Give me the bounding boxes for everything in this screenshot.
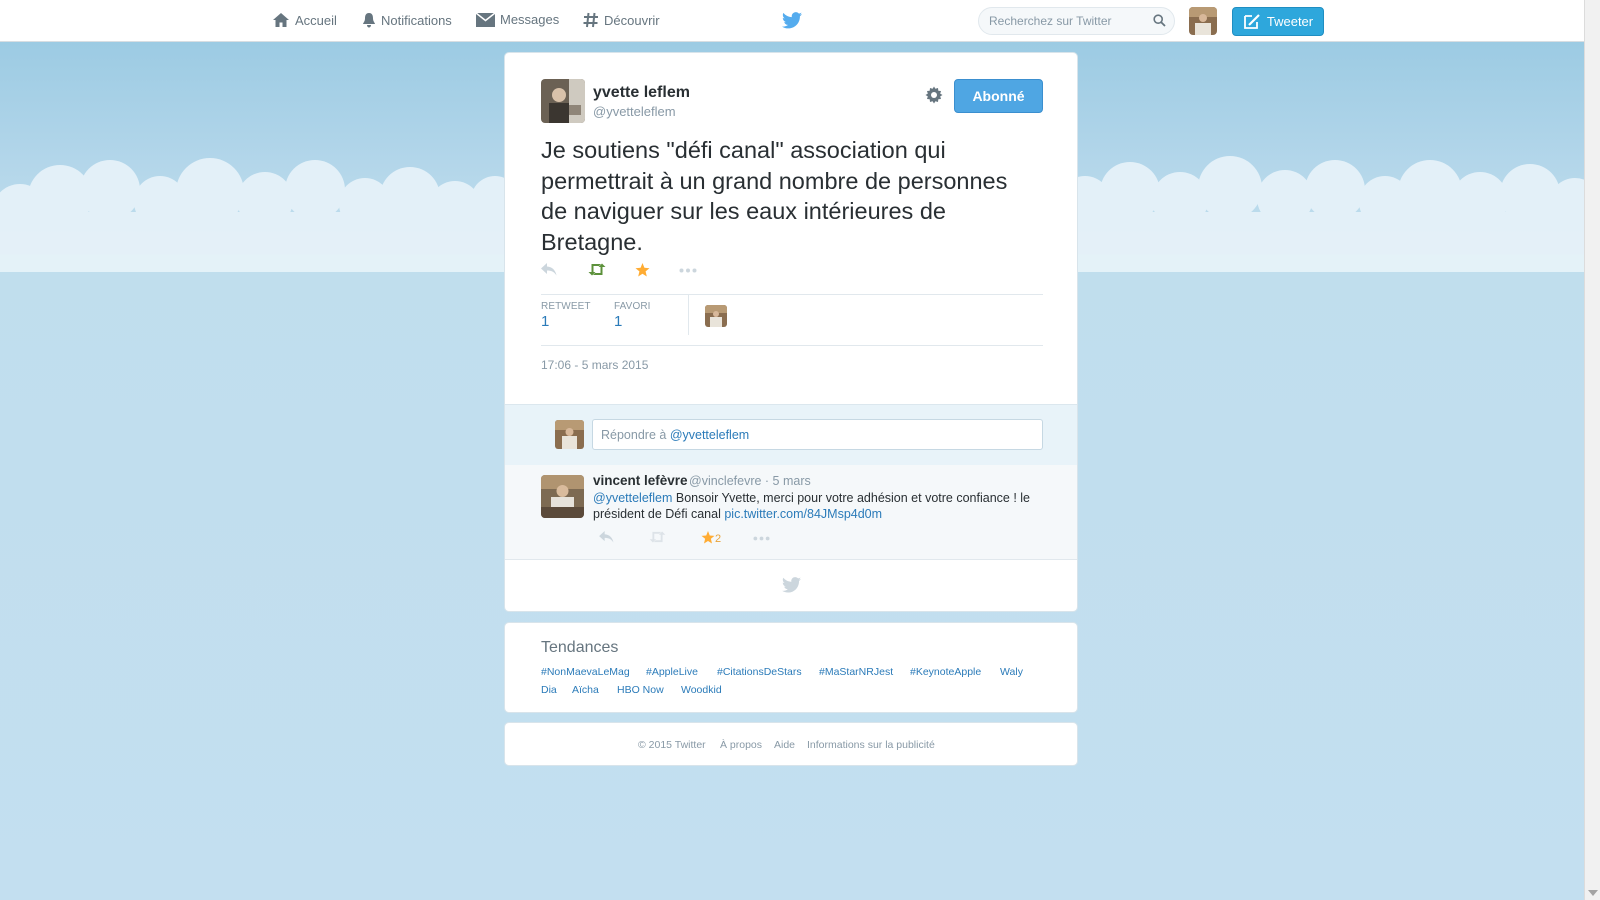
retweet-icon[interactable]	[649, 531, 666, 543]
trend-item[interactable]: #MaStarNRJest	[819, 666, 893, 678]
search-box	[978, 7, 1175, 35]
favorite-count[interactable]: 1	[614, 313, 622, 330]
tweet-timestamp[interactable]: 17:06 - 5 mars 2015	[541, 358, 648, 372]
retweet-icon[interactable]	[588, 263, 606, 276]
trend-item[interactable]: #KeynoteApple	[910, 666, 981, 678]
bell-icon	[363, 13, 375, 28]
reply-icon[interactable]	[599, 531, 614, 543]
reply-author-name[interactable]: vincent lefèvre	[593, 473, 688, 488]
hashtag-icon	[583, 12, 598, 28]
nav-home[interactable]: Accueil	[272, 12, 337, 28]
compose-tweet-button[interactable]: Tweeter	[1232, 7, 1324, 36]
envelope-icon	[476, 12, 495, 27]
author-avatar[interactable]	[541, 79, 585, 123]
twitter-bird-icon	[782, 12, 802, 29]
nav-discover-label: Découvrir	[604, 12, 660, 28]
account-avatar[interactable]	[1189, 7, 1217, 35]
card-footer	[505, 560, 1077, 611]
gear-icon[interactable]	[925, 86, 943, 104]
nav-discover[interactable]: Découvrir	[583, 12, 660, 28]
avatar-image	[705, 305, 727, 327]
more-options-icon[interactable]	[753, 536, 770, 541]
author-handle[interactable]: @yvetteleflem	[593, 104, 676, 119]
reply-favorite-count[interactable]: 2	[715, 533, 721, 545]
avatar-image	[1189, 7, 1217, 35]
nav-messages-label: Messages	[500, 12, 560, 27]
avatar-image	[541, 475, 584, 518]
footer-copyright: © 2015 Twitter	[638, 739, 706, 751]
favorite-star-icon[interactable]	[635, 263, 650, 277]
trend-item[interactable]: Waly	[1000, 666, 1023, 678]
reply-pic-link[interactable]: pic.twitter.com/84JMsp4d0m	[724, 507, 882, 521]
reply-author-handle[interactable]: @vinclefevre	[689, 474, 761, 488]
favorite-stat-label: FAVORI	[614, 301, 651, 312]
search-input[interactable]	[989, 13, 1149, 29]
reply-placeholder-mention: @yvetteleflem	[669, 428, 750, 442]
trends-module: Tendances #NonMaevaLeMag #AppleLive #Cit…	[504, 622, 1078, 713]
tweet-text: Je soutiens "défi canal" association qui…	[541, 137, 1008, 255]
reply-text: @yvetteleflem Bonsoir Yvette, merci pour…	[593, 490, 1033, 522]
reply-date[interactable]: · 5 mars	[765, 474, 811, 488]
tweet-stats: RETWEET 1 FAVORI 1	[541, 294, 1043, 346]
footer-ads-info-link[interactable]: Informations sur la publicité	[807, 739, 935, 751]
footer-help-link[interactable]: Aide	[774, 739, 795, 751]
avatar-image	[555, 420, 584, 449]
retweet-count[interactable]: 1	[541, 313, 549, 330]
tweet-card: yvette leflem @yvetteleflem Abonné Je so…	[504, 52, 1078, 612]
trend-item[interactable]: Woodkid	[681, 684, 722, 696]
nav-notifications-label: Notifications	[381, 12, 452, 28]
avatar-image	[541, 79, 585, 123]
reply-placeholder-prefix: Répondre à	[601, 428, 670, 442]
reply-bar: Répondre à @yvetteleflem	[505, 404, 1077, 466]
reply-author-avatar[interactable]	[541, 475, 584, 518]
site-footer: © 2015 Twitter À propos Aide Information…	[504, 722, 1078, 766]
page-scrollbar[interactable]	[1584, 0, 1600, 900]
reply-input[interactable]: Répondre à @yvetteleflem	[592, 419, 1043, 450]
footer-about-link[interactable]: À propos	[720, 739, 762, 751]
search-icon[interactable]	[1153, 14, 1166, 27]
trend-item[interactable]: #NonMaevaLeMag	[541, 666, 630, 678]
reply-tweet[interactable]: vincent lefèvre @vinclefevre · 5 mars @y…	[505, 465, 1077, 560]
compose-icon	[1243, 13, 1260, 29]
reply-author-meta: @vinclefevre · 5 mars	[689, 474, 811, 488]
trend-item[interactable]: #AppleLive	[646, 666, 698, 678]
scroll-down-arrow-icon[interactable]	[1588, 890, 1598, 896]
trend-item[interactable]: Dia	[541, 684, 557, 696]
trend-item[interactable]: Aïcha	[572, 684, 599, 696]
top-navigation-bar: Accueil Notifications Messages Découvrir…	[0, 0, 1584, 42]
trend-item[interactable]: HBO Now	[617, 684, 664, 696]
twitter-bird-icon	[782, 577, 801, 593]
twitter-logo[interactable]	[782, 12, 802, 32]
nav-messages[interactable]: Messages	[476, 12, 559, 27]
nav-notifications[interactable]: Notifications	[362, 12, 452, 28]
author-name[interactable]: yvette leflem	[593, 84, 690, 102]
reply-icon[interactable]	[541, 263, 557, 276]
favorite-star-icon[interactable]	[701, 531, 715, 544]
reply-mention-link[interactable]: @yvetteleflem	[593, 491, 672, 505]
favoriter-avatar[interactable]	[705, 305, 727, 327]
reply-actions: 2	[593, 531, 793, 547]
more-options-icon[interactable]	[679, 268, 697, 273]
reply-box-avatar	[555, 420, 584, 449]
retweet-stat-label: RETWEET	[541, 301, 591, 312]
trend-item[interactable]: #CitationsDeStars	[717, 666, 802, 678]
stats-divider	[688, 295, 689, 335]
following-button[interactable]: Abonné	[954, 79, 1043, 113]
compose-tweet-label: Tweeter	[1266, 14, 1314, 29]
trends-title: Tendances	[541, 639, 619, 656]
nav-home-label: Accueil	[295, 12, 337, 28]
home-icon	[273, 13, 289, 27]
